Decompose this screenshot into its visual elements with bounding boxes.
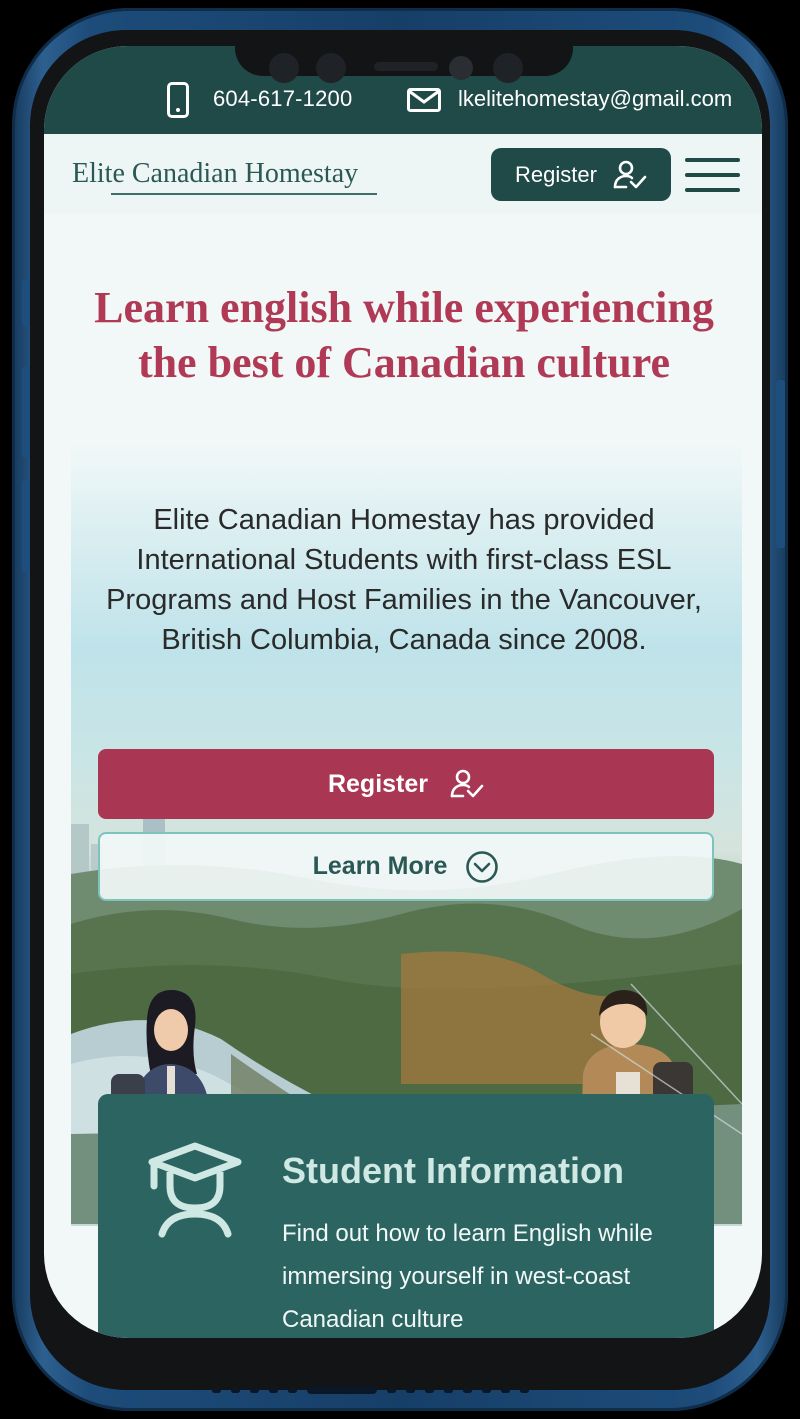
hero-description: Elite Canadian Homestay has provided Int… (106, 504, 702, 656)
card-title: Student Information (282, 1150, 624, 1191)
email-link[interactable]: lkelitehomestay@gmail.com (458, 86, 732, 112)
chevron-down-circle-icon (466, 850, 499, 883)
header-register-button[interactable]: Register (491, 148, 671, 201)
camera-notch (235, 46, 573, 83)
hamburger-menu-icon[interactable] (685, 158, 740, 192)
mobile-phone-icon (167, 82, 189, 118)
user-check-icon (450, 769, 484, 798)
envelope-icon (407, 88, 441, 112)
graduate-student-icon (148, 1142, 242, 1238)
card-description: Find out how to learn English while imme… (282, 1220, 653, 1333)
phone-screen: 604-617-1200 lkelitehomestay@gmail.com E… (44, 46, 762, 1338)
learn-more-label: Learn More (312, 852, 448, 880)
hero-title: Learn english while experiencing the bes… (94, 283, 714, 387)
hero-section: Learn english while experiencing the bes… (44, 214, 762, 1338)
brand-underline (111, 193, 377, 195)
register-label: Register (515, 161, 597, 187)
register-label: Register (327, 769, 429, 798)
user-check-icon (613, 160, 647, 188)
brand-logo[interactable]: Elite Canadian Homestay (72, 158, 358, 190)
learn-more-button[interactable]: Learn More (98, 832, 714, 901)
phone-bottom-speaker (212, 1386, 642, 1394)
student-information-card[interactable]: Student Information Find out how to lear… (98, 1094, 714, 1338)
site-header: Elite Canadian Homestay Register (44, 134, 762, 214)
hero-register-button[interactable]: Register (98, 749, 714, 819)
phone-side-button (776, 380, 785, 548)
phone-link[interactable]: 604-617-1200 (213, 86, 352, 112)
